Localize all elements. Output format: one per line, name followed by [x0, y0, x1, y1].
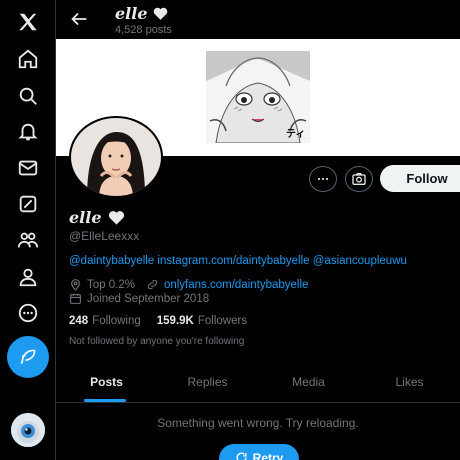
display-name: elle [69, 208, 126, 227]
website-link[interactable]: onlyfans.com/daintybabyelle [164, 279, 308, 291]
ellipsis-icon [317, 177, 329, 181]
top-bar: elle 4,528 posts [56, 0, 460, 40]
mail-icon[interactable] [14, 154, 42, 182]
header-name-text: elle [115, 4, 148, 23]
search-icon[interactable] [14, 82, 42, 110]
communities-icon[interactable] [14, 226, 42, 254]
profile-icon[interactable] [14, 263, 42, 291]
follow-stats: 248 Following 159.9K Followers [69, 315, 247, 327]
joined-text: Joined September 2018 [87, 292, 210, 305]
profile-tabs: Posts Replies Media Likes [56, 362, 460, 403]
home-icon[interactable] [14, 45, 42, 73]
feather-icon [20, 349, 36, 365]
x-logo-icon[interactable] [14, 8, 42, 36]
tab-replies[interactable]: Replies [157, 362, 258, 402]
account-avatar[interactable] [11, 413, 45, 447]
bio-link[interactable]: @daintybabyelle [69, 255, 154, 267]
sidebar-nav [0, 0, 56, 460]
refresh-icon [236, 452, 247, 460]
location-text: Top 0.2% [87, 278, 135, 291]
following-count: 248 [69, 315, 89, 327]
followers-label: Followers [197, 315, 248, 327]
display-name-text: elle [69, 208, 102, 227]
posts-count: 4,528 posts [115, 24, 172, 36]
bio-link[interactable]: @asiancoupleuwu [313, 255, 407, 267]
link-icon [147, 279, 158, 290]
followers-link[interactable]: 159.9K Followers [157, 315, 247, 327]
calendar-icon [70, 293, 81, 304]
following-label: Following [92, 315, 141, 327]
following-link[interactable]: 248 Following [69, 315, 141, 327]
tab-label: Posts [90, 375, 123, 389]
retry-label: Retry [252, 451, 284, 460]
error-message: Something went wrong. Try reloading. [157, 416, 359, 430]
back-arrow-icon[interactable] [68, 8, 90, 30]
tab-media[interactable]: Media [258, 362, 359, 402]
subscribe-button[interactable] [345, 166, 373, 192]
svg-text:ティ: ティ [286, 128, 305, 140]
retry-button[interactable]: Retry [219, 444, 299, 460]
grok-icon[interactable] [14, 190, 42, 218]
joined-row: Joined September 2018 [69, 292, 209, 305]
banner-manga-image: ティ [206, 51, 310, 143]
heart-icon [108, 211, 124, 225]
profile-meta: Top 0.2% onlyfans.com/daintybabyelle [69, 278, 308, 291]
follow-button[interactable]: Follow [380, 165, 460, 192]
header-name: elle [115, 4, 169, 23]
more-icon[interactable] [14, 299, 42, 327]
user-handle: @ElleLeexxx [69, 229, 140, 243]
profile-avatar[interactable] [69, 116, 163, 198]
tab-likes[interactable]: Likes [359, 362, 460, 402]
followers-count: 159.9K [156, 315, 194, 327]
location-pin-icon [71, 279, 80, 291]
tab-posts[interactable]: Posts [56, 362, 157, 402]
bio-link[interactable]: instagram.com/daintybabyelle [157, 255, 309, 267]
profile-main: elle 4,528 posts ティ Follow elle @ElleLee… [56, 0, 460, 460]
bell-icon[interactable] [14, 118, 42, 146]
more-options-button[interactable] [309, 166, 337, 192]
not-followed-note: Not followed by anyone you're following [69, 336, 245, 347]
heart-icon [153, 7, 167, 20]
camera-icon [352, 173, 366, 185]
bio: @daintybabyelle instagram.com/daintybaby… [69, 255, 407, 267]
post-button[interactable] [7, 336, 49, 378]
active-tab-indicator [84, 399, 126, 402]
